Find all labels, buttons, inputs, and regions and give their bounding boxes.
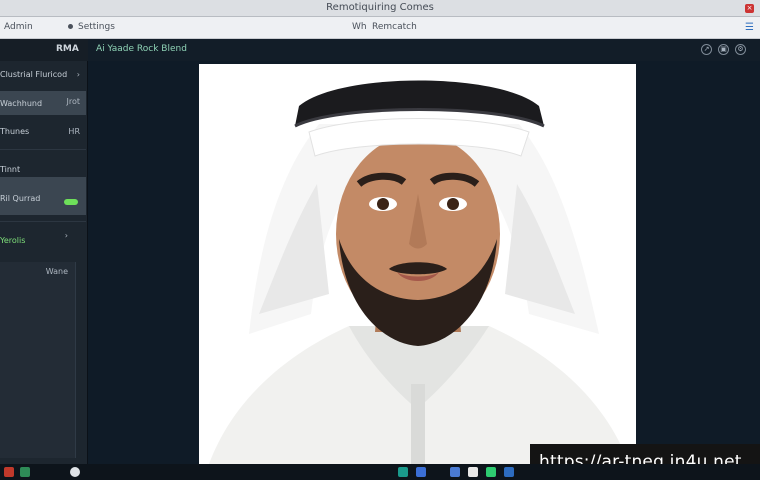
portrait-illustration <box>199 64 636 464</box>
app-icon-red[interactable] <box>4 467 14 477</box>
sidebar-header: RMA <box>0 39 88 61</box>
sidebar-item-label: Wachhund <box>0 99 43 108</box>
sidebar-item-action[interactable]: Wane <box>46 267 68 276</box>
sidebar-item-1[interactable]: Wachhund Jrot <box>0 91 86 115</box>
title-bar: Remotiquiring Comes × <box>0 0 760 17</box>
app-icon-shield[interactable] <box>450 467 460 477</box>
sidebar-item-label: Clustrial Fluricod <box>0 70 68 79</box>
menu-item-admin[interactable]: Admin <box>4 22 33 32</box>
menu-item-remcatch[interactable]: Remcatch <box>372 22 417 32</box>
app-icon-green[interactable] <box>20 467 30 477</box>
close-icon[interactable]: × <box>745 4 754 13</box>
sidebar-item-4[interactable]: Ril Qurrad <box>0 177 86 215</box>
sidebar-item-action[interactable]: Jrot <box>66 97 80 106</box>
settings-icon[interactable]: ⚙ <box>735 44 746 55</box>
viewer-stage <box>88 61 760 464</box>
sidebar-item-label: Yerolis <box>0 236 26 245</box>
sidebar: RMA Clustrial Fluricod › Wachhund Jrot T… <box>0 39 88 464</box>
sidebar-item-5[interactable]: Yerolis › <box>0 231 86 245</box>
portrait-image <box>199 64 636 464</box>
sidebar-item-0[interactable]: Clustrial Fluricod › <box>0 70 86 84</box>
dot-icon <box>68 24 73 29</box>
chevron-right-icon[interactable]: › <box>77 70 80 79</box>
sidebar-panel: Wane <box>0 262 76 458</box>
app-icon-teal[interactable] <box>398 467 408 477</box>
menu-item-wh[interactable]: Wh <box>352 22 367 32</box>
menu-item-settings[interactable]: Settings <box>78 22 115 32</box>
hamburger-icon[interactable]: ☰ <box>745 22 754 33</box>
toggle-on-indicator[interactable] <box>64 199 78 205</box>
camera-icon[interactable]: ▣ <box>718 44 729 55</box>
sidebar-item-label: Tinnt <box>0 165 21 174</box>
sidebar-item-action[interactable]: HR <box>68 127 80 136</box>
sidebar-title: RMA <box>56 44 79 54</box>
divider <box>0 149 86 150</box>
sidebar-item-label: Thunes <box>0 127 30 136</box>
divider <box>0 221 86 222</box>
viewer-toolbar: Ai Yaade Rock Blend ↗ ▣ ⚙ <box>88 39 760 61</box>
menu-bar: Admin Settings Wh Remcatch ☰ <box>0 17 760 39</box>
app-icon-blue[interactable] <box>416 467 426 477</box>
breadcrumb[interactable]: Ai Yaade Rock Blend <box>96 44 187 54</box>
share-icon[interactable]: ↗ <box>701 44 712 55</box>
app-icon-chat[interactable] <box>468 467 478 477</box>
chevron-right-icon[interactable]: › <box>65 231 68 240</box>
sidebar-item-6[interactable]: Wane <box>0 267 76 281</box>
app-icon-blue-2[interactable] <box>504 467 514 477</box>
sidebar-item-label: Ril Qurrad <box>0 194 41 203</box>
taskbar <box>0 464 760 480</box>
app-icon-green-2[interactable] <box>486 467 496 477</box>
sidebar-item-2[interactable]: Thunes HR <box>0 127 86 141</box>
app-icon-circle[interactable] <box>70 467 80 477</box>
window-title: Remotiquiring Comes <box>326 2 434 13</box>
